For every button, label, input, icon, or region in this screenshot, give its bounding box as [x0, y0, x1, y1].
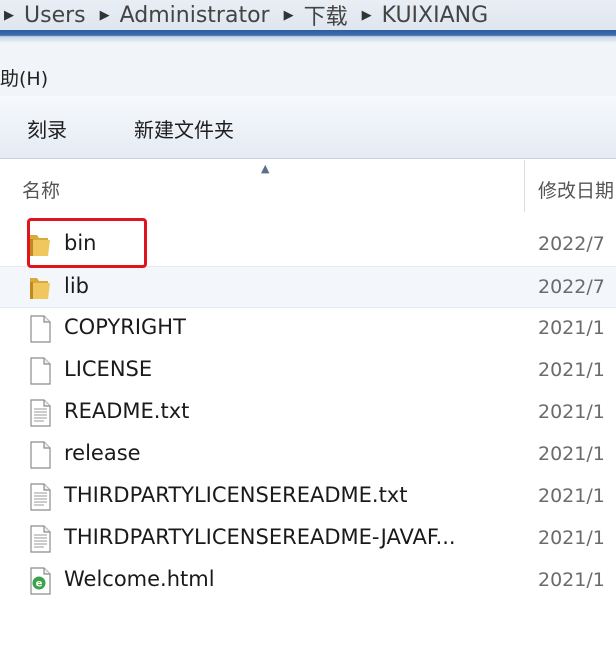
file-name: release — [64, 441, 141, 465]
file-row-release[interactable]: release 2021/1 — [0, 434, 616, 474]
file-name: COPYRIGHT — [64, 315, 186, 339]
sort-ascending-icon: ▲ — [261, 162, 270, 175]
breadcrumb-administrator[interactable]: ▶ Administrator — [86, 3, 270, 28]
file-name: README.txt — [64, 399, 190, 423]
file-name: THIRDPARTYLICENSEREADME-JAVAF... — [64, 525, 456, 549]
file-row-license[interactable]: LICENSE 2021/1 — [0, 350, 616, 390]
chevron-right-icon: ▶ — [283, 7, 294, 23]
file-row-readme[interactable]: README.txt 2021/1 — [0, 392, 616, 432]
file-date: 2021/1 — [538, 443, 605, 465]
text-file-icon — [30, 399, 51, 427]
text-file-icon — [30, 525, 51, 553]
annotation-highlight-box — [27, 218, 147, 268]
address-bar[interactable]: ▶ Users ▶ Administrator ▶ 下载 ▶ KUIXIANG — [0, 0, 616, 30]
column-date-header[interactable]: 修改日期 — [538, 176, 614, 203]
svg-text:e: e — [36, 579, 43, 590]
breadcrumb-users[interactable]: ▶ Users — [0, 3, 86, 28]
file-date: 2022/7 — [538, 276, 605, 298]
file-row-copyright[interactable]: COPYRIGHT 2021/1 — [0, 308, 616, 348]
column-header: ▲ 名称 修改日期 — [0, 160, 616, 212]
file-date: 2021/1 — [538, 401, 605, 423]
file-row-welcome[interactable]: e Welcome.html 2021/1 — [0, 560, 616, 600]
command-toolbar: 刻录 新建文件夹 — [0, 96, 616, 159]
file-date: 2021/1 — [538, 527, 605, 549]
burn-button[interactable]: 刻录 — [27, 114, 67, 143]
html-file-icon: e — [30, 567, 51, 595]
blank-file-icon — [30, 357, 51, 385]
chevron-right-icon: ▶ — [361, 7, 372, 23]
folder-icon — [30, 278, 50, 299]
file-date: 2021/1 — [538, 317, 605, 339]
title-accent-divider — [0, 30, 616, 42]
text-file-icon — [30, 483, 51, 511]
file-date: 2021/1 — [538, 485, 605, 507]
chevron-right-icon: ▶ — [99, 7, 110, 23]
blank-file-icon — [30, 315, 51, 343]
file-date: 2022/7 — [538, 233, 605, 255]
file-row-lib[interactable]: lib 2022/7 — [0, 266, 616, 308]
file-name: Welcome.html — [64, 567, 215, 591]
file-name: THIRDPARTYLICENSEREADME.txt — [64, 483, 408, 507]
new-folder-button[interactable]: 新建文件夹 — [134, 114, 234, 143]
column-divider[interactable] — [524, 160, 525, 212]
column-name-header[interactable]: 名称 — [22, 176, 60, 203]
breadcrumb-downloads[interactable]: ▶ 下载 — [270, 0, 348, 30]
file-row-thirdparty-javafx[interactable]: THIRDPARTYLICENSEREADME-JAVAF... 2021/1 — [0, 518, 616, 558]
file-name: LICENSE — [64, 357, 153, 381]
menu-help[interactable]: 助(H) — [0, 64, 48, 91]
file-row-thirdparty-txt[interactable]: THIRDPARTYLICENSEREADME.txt 2021/1 — [0, 476, 616, 516]
file-date: 2021/1 — [538, 359, 605, 381]
chevron-right-icon: ▶ — [4, 7, 14, 23]
blank-file-icon — [30, 441, 51, 469]
breadcrumb-kuixiang[interactable]: ▶ KUIXIANG — [348, 3, 489, 28]
menu-bar: 助(H) — [0, 42, 616, 97]
file-name: lib — [64, 274, 89, 298]
file-date: 2021/1 — [538, 569, 605, 591]
